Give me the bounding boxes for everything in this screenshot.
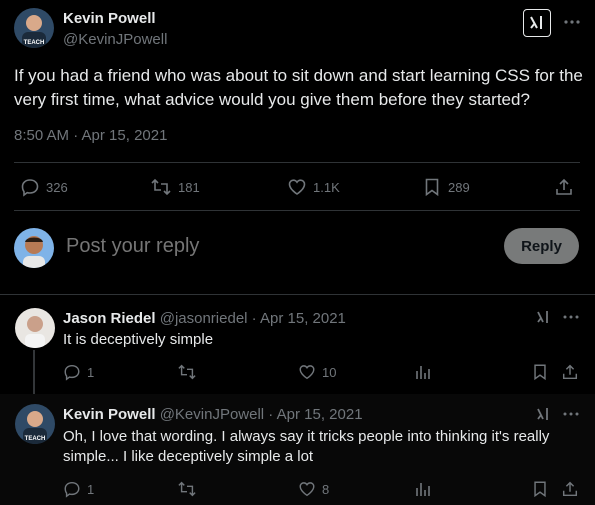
bookmark-action[interactable] — [531, 480, 549, 498]
reply-icon — [20, 177, 40, 197]
views-action[interactable] — [414, 363, 432, 381]
reply-text: It is deceptively simple — [63, 331, 214, 348]
more-icon[interactable] — [562, 12, 582, 32]
like-action[interactable]: 1.1K — [287, 177, 340, 197]
retweet-icon — [177, 363, 197, 381]
bookmark-icon — [531, 480, 549, 498]
reply-avatar[interactable]: TEACH — [15, 404, 55, 444]
tweet-timestamp[interactable]: 8:50 AM · Apr 15, 2021 — [14, 127, 167, 144]
svg-text:TEACH: TEACH — [24, 40, 45, 46]
retweet-icon — [150, 177, 172, 197]
grok-icon[interactable] — [523, 9, 551, 37]
retweet-action[interactable]: 181 — [150, 177, 200, 197]
reply-author-handle-date[interactable]: @KevinJPowell · Apr 15, 2021 — [160, 406, 363, 423]
like-count: 1.1K — [313, 179, 340, 195]
share-action[interactable] — [561, 363, 579, 381]
divider — [0, 294, 595, 295]
bookmark-icon — [422, 177, 442, 197]
views-icon — [414, 480, 432, 498]
reply-count: 1 — [87, 481, 95, 497]
author-name[interactable]: Kevin Powell — [63, 10, 156, 27]
bookmark-action[interactable] — [531, 363, 549, 381]
like-icon — [298, 363, 316, 381]
divider — [14, 162, 580, 163]
reply-author-handle-date[interactable]: @jasonriedel · Apr 15, 2021 — [160, 310, 346, 327]
bookmark-action[interactable]: 289 — [422, 177, 470, 197]
like-action[interactable]: 10 — [298, 363, 336, 381]
views-icon — [414, 363, 432, 381]
grok-icon[interactable] — [535, 308, 553, 326]
retweet-action[interactable] — [177, 363, 197, 381]
thread-line — [33, 350, 35, 396]
reply-input[interactable] — [64, 234, 488, 259]
like-action[interactable]: 8 — [298, 480, 329, 498]
reply-header: Kevin Powell @KevinJPowell · Apr 15, 202… — [63, 406, 363, 423]
bookmark-icon — [531, 363, 549, 381]
author-handle[interactable]: @KevinJPowell — [63, 31, 167, 48]
more-icon[interactable] — [562, 405, 580, 423]
like-icon — [287, 177, 307, 197]
share-icon — [561, 480, 579, 498]
share-icon — [554, 177, 574, 197]
current-user-avatar[interactable] — [14, 228, 54, 268]
svg-text:TEACH: TEACH — [25, 436, 46, 442]
divider — [14, 210, 580, 211]
reply-avatar[interactable] — [15, 308, 55, 348]
reply-icon — [63, 480, 81, 498]
like-count: 10 — [322, 364, 337, 380]
reply-count: 326 — [46, 179, 68, 195]
author-avatar[interactable]: TEACH — [14, 8, 54, 48]
retweet-icon — [177, 480, 197, 498]
views-action[interactable] — [414, 480, 432, 498]
reply-author-name[interactable]: Kevin Powell — [63, 406, 156, 423]
reply-action[interactable]: 326 — [20, 177, 68, 197]
reply-count: 1 — [87, 364, 95, 380]
like-icon — [298, 480, 316, 498]
retweet-action[interactable] — [177, 480, 197, 498]
share-action[interactable] — [561, 480, 579, 498]
like-count: 8 — [322, 481, 330, 497]
share-action[interactable] — [554, 177, 574, 197]
tweet-text: If you had a friend who was about to sit… — [14, 66, 583, 109]
reply-icon — [63, 363, 81, 381]
reply-author-name[interactable]: Jason Riedel — [63, 310, 156, 327]
reply-action[interactable]: 1 — [63, 480, 94, 498]
grok-icon[interactable] — [535, 405, 553, 423]
more-icon[interactable] — [562, 308, 580, 326]
reply-header: Jason Riedel @jasonriedel · Apr 15, 2021 — [63, 310, 346, 327]
reply-text: Oh, I love that wording. I always say it… — [63, 428, 550, 465]
bookmark-count: 289 — [448, 179, 470, 195]
retweet-count: 181 — [178, 179, 200, 195]
share-icon — [561, 363, 579, 381]
reply-button[interactable]: Reply — [504, 228, 579, 264]
reply-action[interactable]: 1 — [63, 363, 94, 381]
